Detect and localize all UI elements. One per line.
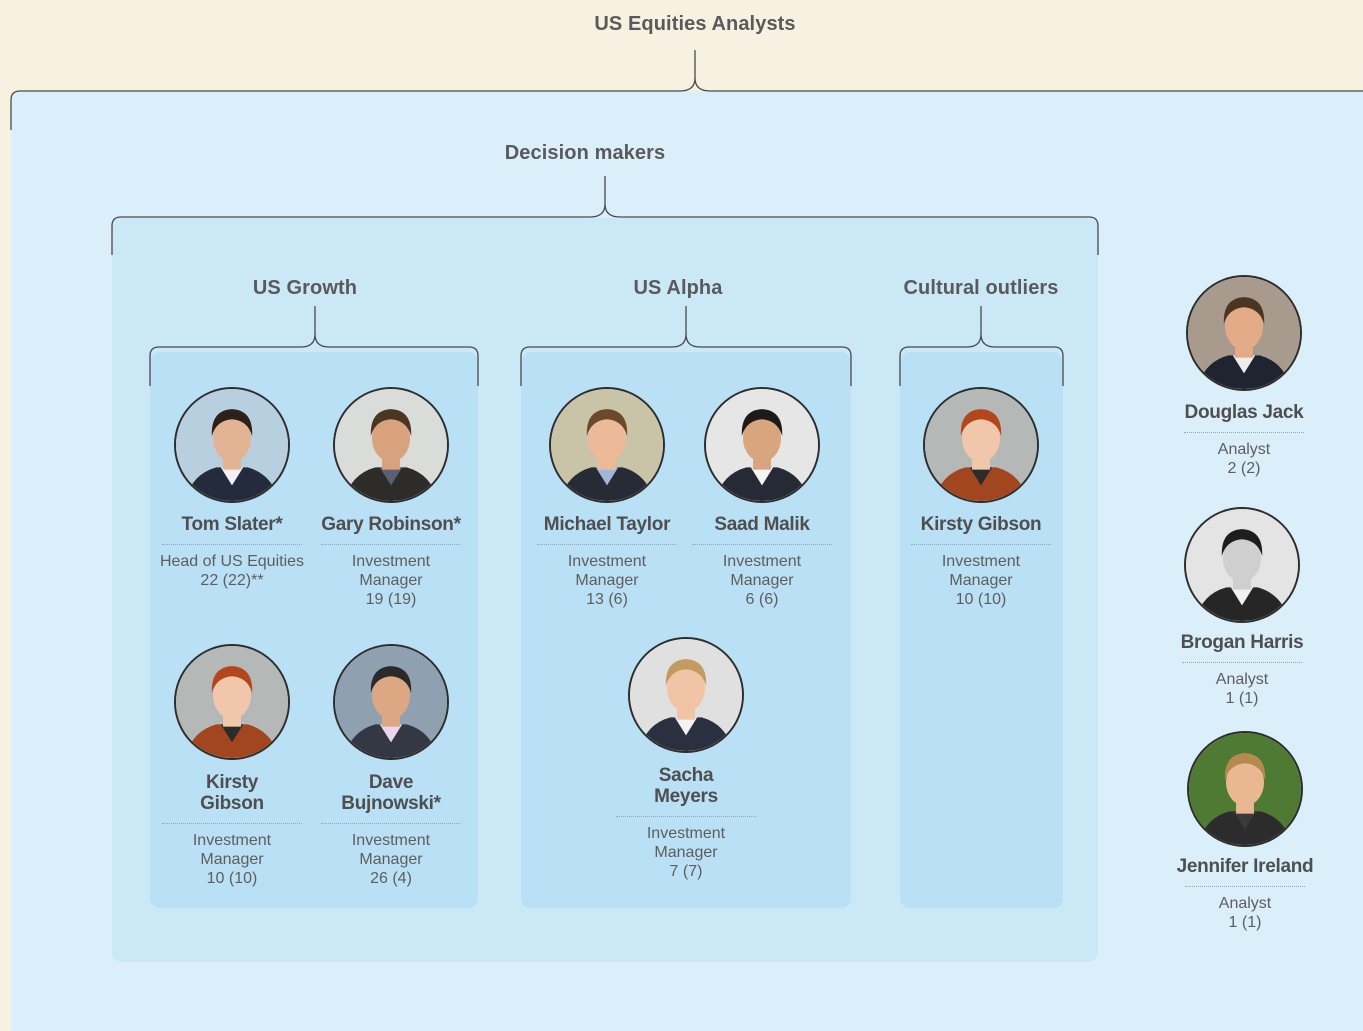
bracket-us-equities	[10, 50, 1363, 130]
person-role: Analyst	[1218, 895, 1272, 912]
name-divider	[692, 544, 832, 545]
person-role: Investment Manager	[351, 553, 431, 589]
bracket-cultural-outliers	[899, 306, 1064, 386]
name-divider	[616, 816, 756, 817]
person-card-kirsty-gibson-outliers: Kirsty Gibson Investment Manager 10 (10)	[901, 387, 1061, 609]
person-name: Kirsty Gibson	[200, 772, 264, 814]
person-role: Analyst	[1215, 671, 1269, 688]
person-count: 10 (10)	[206, 870, 258, 887]
person-card-tom-slater: Tom Slater* Head of US Equities 22 (22)*…	[152, 387, 312, 590]
portrait-photo-icon	[1184, 507, 1300, 623]
name-divider	[1182, 662, 1302, 663]
person-count: 19 (19)	[365, 591, 417, 608]
portrait-photo-icon	[549, 387, 665, 503]
person-card-kirsty-gibson: Kirsty Gibson Investment Manager 10 (10)	[152, 644, 312, 888]
portrait-photo-icon	[174, 387, 290, 503]
person-name: Saad Malik	[714, 514, 810, 535]
bracket-us-alpha	[520, 306, 852, 386]
person-count: 10 (10)	[955, 591, 1007, 608]
person-count: 1 (1)	[1228, 914, 1262, 931]
name-divider	[321, 823, 461, 824]
person-role: Investment Manager	[567, 553, 647, 589]
person-card-sacha-meyers: Sacha Meyers Investment Manager 7 (7)	[606, 637, 766, 881]
portrait-photo-icon	[1186, 275, 1302, 391]
group-title-cultural-outliers: Cultural outliers	[903, 277, 1059, 299]
person-count: 1 (1)	[1225, 690, 1259, 707]
portrait-photo-icon	[628, 637, 744, 753]
person-card-brogan-harris: Brogan Harris Analyst 1 (1)	[1162, 507, 1322, 708]
name-divider	[162, 823, 302, 824]
name-divider	[911, 544, 1051, 545]
person-role: Head of US Equities	[159, 553, 305, 570]
person-count: 13 (6)	[586, 591, 628, 608]
person-card-michael-taylor: Michael Taylor Investment Manager 13 (6)	[527, 387, 687, 609]
person-name: Kirsty Gibson	[920, 514, 1042, 535]
name-divider	[1185, 886, 1305, 887]
portrait-photo-icon	[333, 387, 449, 503]
person-name: Douglas Jack	[1184, 402, 1304, 423]
portrait-photo-icon	[923, 387, 1039, 503]
portrait-photo-icon	[704, 387, 820, 503]
person-role: Investment Manager	[192, 832, 272, 868]
person-count: 22 (22)**	[200, 572, 264, 589]
person-name: Jennifer Ireland	[1176, 856, 1314, 877]
bracket-decision-makers	[111, 176, 1099, 255]
page-title: US Equities Analysts	[594, 13, 796, 35]
name-divider	[162, 544, 302, 545]
person-name: Sacha Meyers	[654, 765, 718, 807]
portrait-photo-icon	[1187, 731, 1303, 847]
person-name: Tom Slater*	[181, 514, 283, 535]
name-divider	[321, 544, 461, 545]
person-name: Dave Bujnowski*	[341, 772, 441, 814]
person-card-douglas-jack: Douglas Jack Analyst 2 (2)	[1164, 275, 1324, 478]
person-role: Investment Manager	[351, 832, 431, 868]
name-divider	[1184, 432, 1304, 433]
person-card-dave-bujnowski: Dave Bujnowski* Investment Manager 26 (4…	[311, 644, 471, 888]
person-role: Investment Manager	[646, 825, 726, 861]
group-title-us-growth: US Growth	[252, 277, 358, 299]
name-divider	[537, 544, 677, 545]
person-card-saad-malik: Saad Malik Investment Manager 6 (6)	[682, 387, 842, 609]
portrait-photo-icon	[333, 644, 449, 760]
person-role: Investment Manager	[941, 553, 1021, 589]
person-count: 2 (2)	[1227, 460, 1261, 477]
group-title-us-alpha: US Alpha	[633, 277, 723, 299]
person-name: Brogan Harris	[1180, 632, 1304, 653]
bracket-us-growth	[149, 306, 479, 386]
person-name: Gary Robinson*	[321, 514, 461, 535]
person-count: 6 (6)	[745, 591, 779, 608]
person-role: Analyst	[1217, 441, 1271, 458]
person-role: Investment Manager	[722, 553, 802, 589]
decision-makers-title: Decision makers	[504, 142, 666, 164]
portrait-photo-icon	[174, 644, 290, 760]
person-count: 7 (7)	[669, 863, 703, 880]
person-card-jennifer-ireland: Jennifer Ireland Analyst 1 (1)	[1165, 731, 1325, 932]
person-count: 26 (4)	[370, 870, 412, 887]
person-name: Michael Taylor	[543, 514, 671, 535]
person-card-gary-robinson: Gary Robinson* Investment Manager 19 (19…	[311, 387, 471, 609]
